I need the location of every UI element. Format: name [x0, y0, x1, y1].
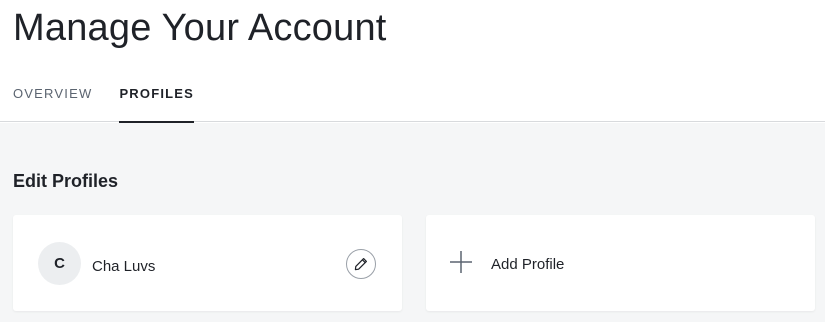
page-title: Manage Your Account: [13, 7, 387, 49]
plus-icon: [450, 251, 472, 273]
pencil-icon: [354, 258, 367, 271]
profile-card: C Cha Luvs: [13, 215, 402, 311]
avatar: C: [38, 242, 81, 285]
add-profile-label: Add Profile: [491, 256, 565, 273]
profiles-panel: Edit Profiles C Cha Luvs Add Profile: [0, 123, 825, 322]
edit-profile-button[interactable]: [346, 249, 376, 279]
tab-profiles[interactable]: PROFILES: [119, 86, 194, 123]
page-header: Manage Your Account OVERVIEW PROFILES: [0, 0, 825, 123]
tab-overview[interactable]: OVERVIEW: [13, 86, 92, 122]
add-profile-button[interactable]: Add Profile: [426, 215, 815, 311]
profile-name: Cha Luvs: [92, 258, 156, 275]
section-title: Edit Profiles: [13, 171, 119, 191]
account-tabs: OVERVIEW PROFILES: [13, 86, 221, 123]
